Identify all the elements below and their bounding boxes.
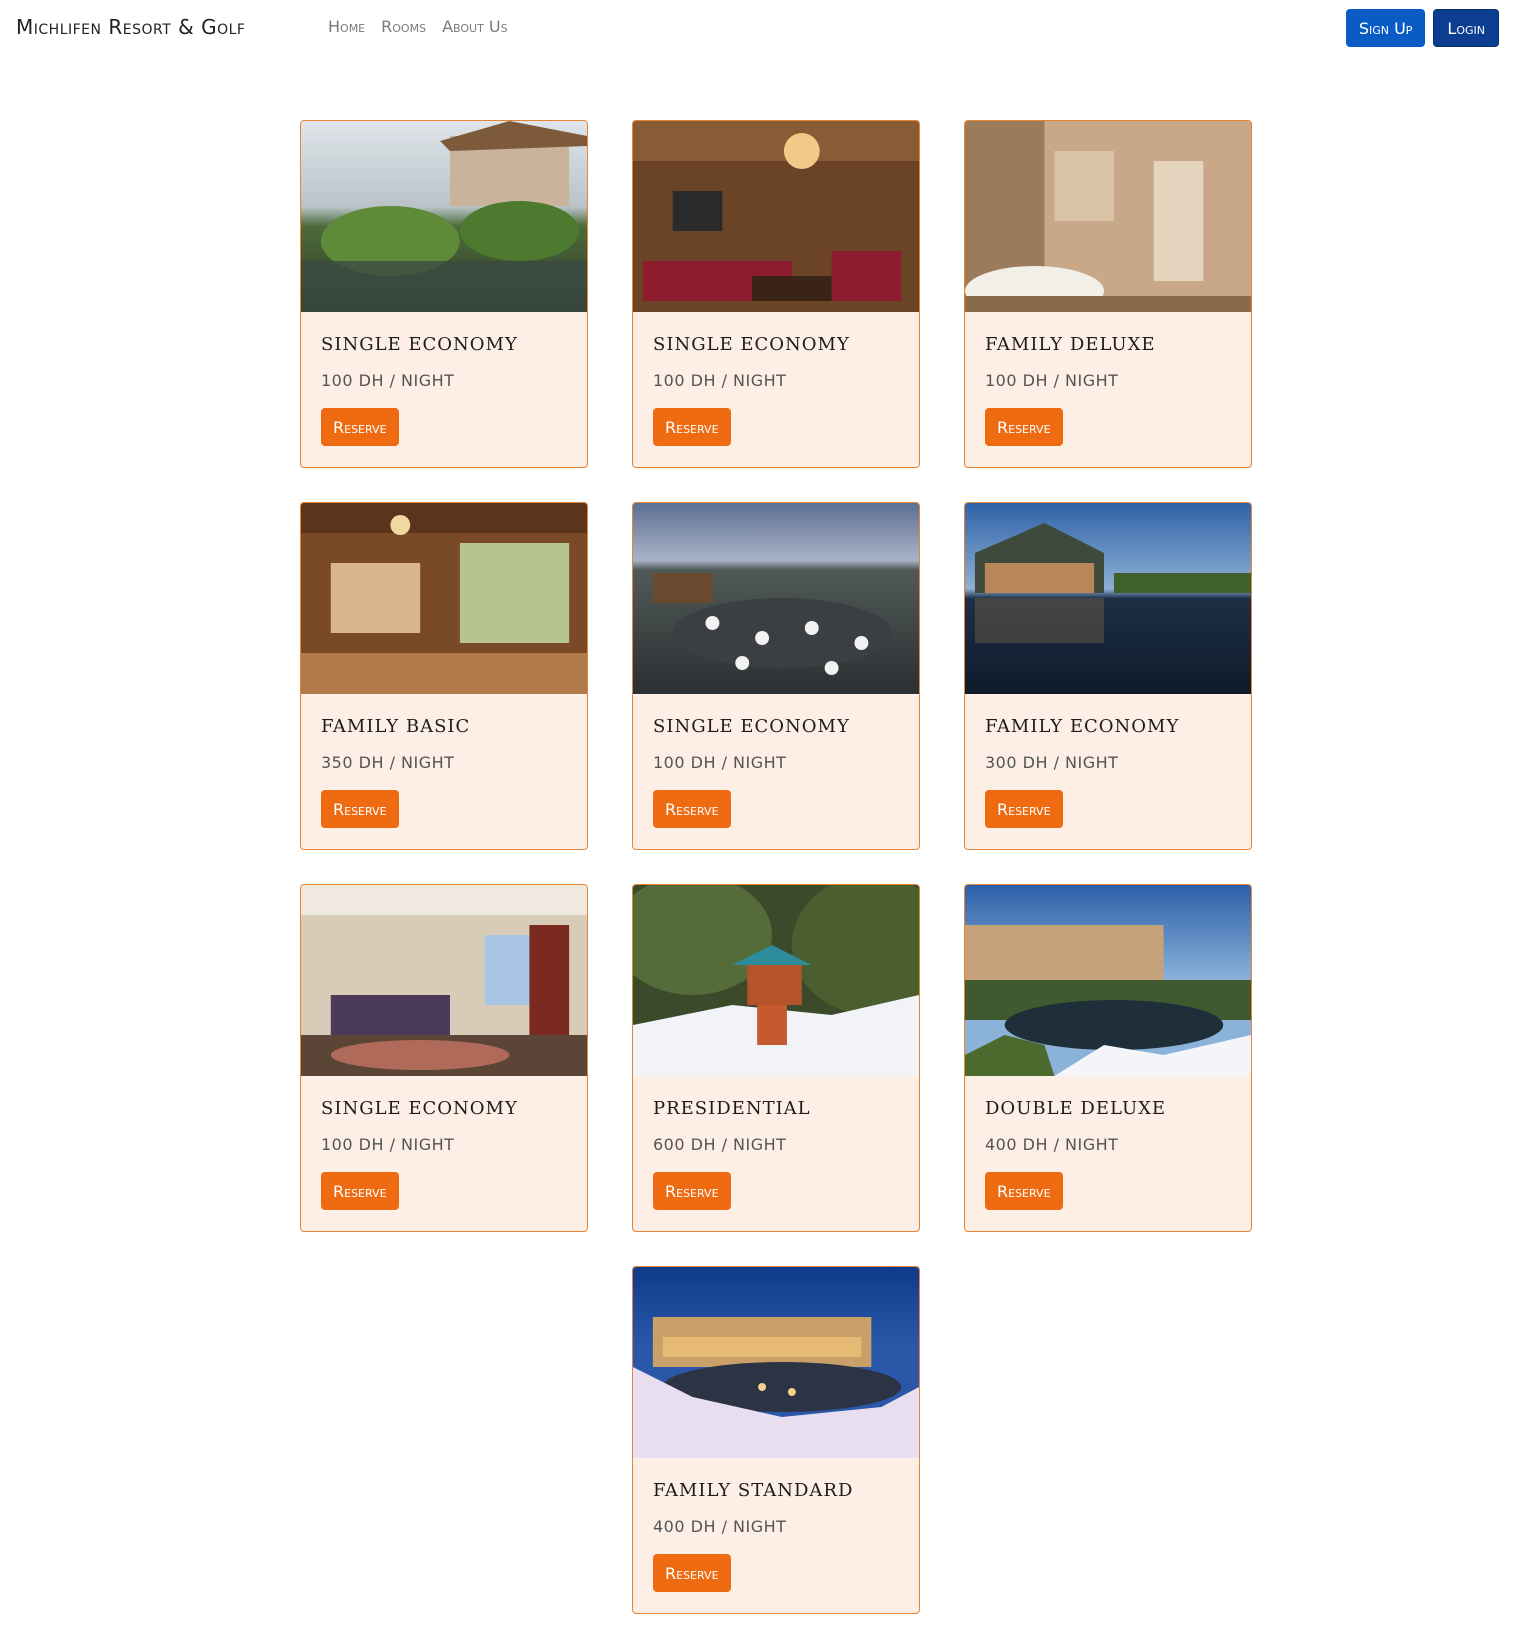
navbar: Michlifen Resort & Golf Home Rooms About… [0, 0, 1515, 56]
room-name: Double Deluxe [985, 1098, 1167, 1119]
reserve-button[interactable]: Reserve [985, 790, 1063, 828]
room-name: Single Economy [321, 334, 518, 355]
reserve-button[interactable]: Reserve [653, 790, 731, 828]
nav-link-home[interactable]: Home [328, 17, 365, 36]
nav-link-about-us[interactable]: About Us [442, 17, 508, 36]
room-photo [633, 121, 919, 312]
reserve-button[interactable]: Reserve [321, 408, 399, 446]
room-photo [301, 121, 587, 312]
room-card: Family Standard 400 DH / Night Reserve [632, 1266, 920, 1614]
room-name: Family Economy [985, 716, 1180, 737]
room-photo [965, 121, 1251, 312]
room-price: 300 DH / Night [985, 753, 1119, 772]
room-card: Presidential 600 DH / Night Reserve [632, 884, 920, 1232]
room-photo [633, 885, 919, 1076]
room-price: 400 DH / Night [653, 1517, 787, 1536]
sign-up-button[interactable]: Sign Up [1345, 9, 1426, 47]
room-photo [965, 885, 1251, 1076]
room-name: Presidential [653, 1098, 811, 1119]
room-price: 100 DH / Night [321, 371, 455, 390]
room-price: 100 DH / Night [321, 1135, 455, 1154]
room-price: 600 DH / Night [653, 1135, 787, 1154]
room-card: Family Deluxe 100 DH / Night Reserve [964, 120, 1252, 468]
room-photo [965, 503, 1251, 694]
reserve-button[interactable]: Reserve [985, 1172, 1063, 1210]
auth-buttons: Sign Up Login [1345, 9, 1499, 47]
room-card: Family Economy 300 DH / Night Reserve [964, 502, 1252, 850]
room-photo [301, 503, 587, 694]
room-photo [633, 503, 919, 694]
room-name: Single Economy [321, 1098, 518, 1119]
room-card: Single Economy 100 DH / Night Reserve [632, 502, 920, 850]
login-button[interactable]: Login [1433, 9, 1499, 47]
room-name: Family Basic [321, 716, 471, 737]
reserve-button[interactable]: Reserve [653, 1172, 731, 1210]
room-price: 350 DH / Night [321, 753, 455, 772]
room-price: 100 DH / Night [985, 371, 1119, 390]
room-card: Single Economy 100 DH / Night Reserve [632, 120, 920, 468]
reserve-button[interactable]: Reserve [653, 408, 731, 446]
room-price: 400 DH / Night [985, 1135, 1119, 1154]
room-card: Family Basic 350 DH / Night Reserve [300, 502, 588, 850]
nav-links: Home Rooms About Us [328, 17, 508, 36]
room-photo [301, 885, 587, 1076]
room-price: 100 DH / Night [653, 371, 787, 390]
room-card: Double Deluxe 400 DH / Night Reserve [964, 884, 1252, 1232]
brand-logo[interactable]: Michlifen Resort & Golf [16, 15, 245, 39]
room-card: Single Economy 100 DH / Night Reserve [300, 120, 588, 468]
nav-link-rooms[interactable]: Rooms [381, 17, 426, 36]
room-photo [633, 1267, 919, 1458]
room-price: 100 DH / Night [653, 753, 787, 772]
room-name: Single Economy [653, 334, 850, 355]
reserve-button[interactable]: Reserve [985, 408, 1063, 446]
reserve-button[interactable]: Reserve [321, 790, 399, 828]
room-name: Family Standard [653, 1480, 854, 1501]
reserve-button[interactable]: Reserve [321, 1172, 399, 1210]
reserve-button[interactable]: Reserve [653, 1554, 731, 1592]
room-card: Single Economy 100 DH / Night Reserve [300, 884, 588, 1232]
room-name: Family Deluxe [985, 334, 1156, 355]
room-name: Single Economy [653, 716, 850, 737]
